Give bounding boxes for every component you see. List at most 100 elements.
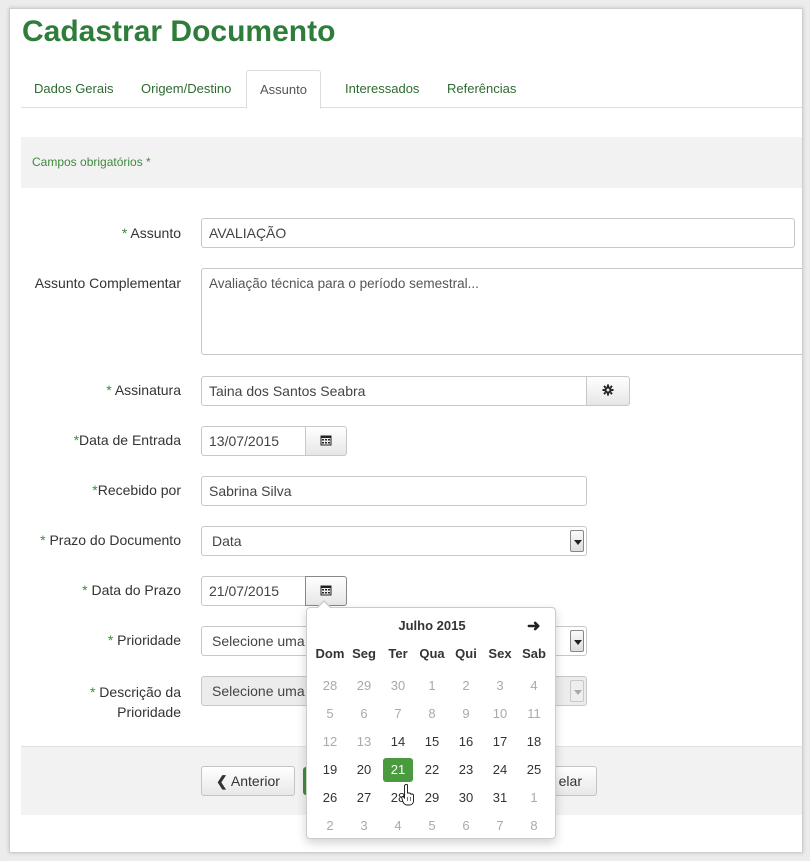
- datepicker-grid: Dom Seg Ter Qua Qui Sex Sab 28 29 30 1 2 3 4 5 6 7 8 9 10 11…: [313, 644, 551, 840]
- anterior-label: Anterior: [230, 773, 280, 789]
- weekday-header: Sab: [522, 646, 546, 661]
- datepicker-day[interactable]: 29: [349, 674, 379, 698]
- datepicker-day[interactable]: 30: [383, 674, 413, 698]
- weekday-header: Sex: [488, 646, 512, 661]
- chevron-down-icon: [570, 630, 584, 652]
- datepicker-day[interactable]: 14: [383, 730, 413, 754]
- datepicker-day[interactable]: 17: [485, 730, 515, 754]
- required-marker: *: [121, 225, 128, 241]
- data-entrada-label-text: Data de Entrada: [79, 432, 181, 448]
- anterior-button[interactable]: ❮ Anterior: [201, 766, 295, 796]
- datepicker-day[interactable]: 6: [451, 814, 481, 838]
- prioridade-label: * Prioridade: [108, 632, 181, 648]
- tab-assunto[interactable]: Assunto: [246, 70, 321, 109]
- datepicker-month-label: Julho 2015: [398, 618, 466, 633]
- weekday-header: Qui: [455, 646, 477, 661]
- prazo-documento-value: Data: [212, 533, 242, 549]
- recebido-por-label: *Recebido por: [92, 482, 181, 498]
- datepicker-popup: Julho 2015 ➜ Dom Seg Ter Qua Qui Sex Sab 28 29 30…: [306, 600, 556, 840]
- assunto-complementar-textarea[interactable]: Avaliação técnica para o período semestr…: [201, 268, 802, 355]
- datepicker-day[interactable]: 25: [519, 758, 549, 782]
- datepicker-day[interactable]: 4: [519, 674, 549, 698]
- datepicker-day[interactable]: 8: [417, 702, 447, 726]
- recebido-por-input[interactable]: Sabrina Silva: [201, 476, 587, 506]
- chevron-down-icon: [570, 680, 584, 702]
- datepicker-day[interactable]: 11: [519, 702, 549, 726]
- recebido-por-label-text: Recebido por: [97, 482, 181, 498]
- datepicker-day[interactable]: 26: [315, 786, 345, 810]
- data-entrada-calendar-button[interactable]: [305, 426, 347, 456]
- datepicker-day[interactable]: 3: [349, 814, 379, 838]
- datepicker-day[interactable]: 2: [315, 814, 345, 838]
- datepicker-day[interactable]: 27: [349, 786, 379, 810]
- tab-interessados[interactable]: Interessados: [332, 70, 432, 108]
- datepicker-day[interactable]: 15: [417, 730, 447, 754]
- prazo-documento-select[interactable]: Data: [201, 526, 587, 556]
- datepicker-day[interactable]: 28: [315, 674, 345, 698]
- datepicker-day[interactable]: 8: [519, 814, 549, 838]
- assunto-label: * Assunto: [122, 225, 181, 241]
- datepicker-day[interactable]: 29: [417, 786, 447, 810]
- datepicker-day[interactable]: 3: [485, 674, 515, 698]
- datepicker-day[interactable]: 22: [417, 758, 447, 782]
- data-prazo-input[interactable]: 21/07/2015: [201, 576, 306, 606]
- calendar-icon: [320, 583, 332, 599]
- datepicker-day[interactable]: 18: [519, 730, 549, 754]
- datepicker-day[interactable]: 30: [451, 786, 481, 810]
- arrow-right-icon[interactable]: ➜: [527, 616, 540, 636]
- datepicker-day[interactable]: 6: [349, 702, 379, 726]
- datepicker-day[interactable]: 10: [485, 702, 515, 726]
- datepicker-day[interactable]: 9: [451, 702, 481, 726]
- data-entrada-label: *Data de Entrada: [74, 432, 181, 448]
- datepicker-day[interactable]: 24: [485, 758, 515, 782]
- assunto-complementar-label: Assunto Complementar: [34, 275, 181, 291]
- assinatura-settings-button[interactable]: [586, 376, 630, 406]
- required-marker: *: [82, 582, 88, 598]
- required-marker: *: [107, 632, 114, 648]
- datepicker-day[interactable]: 16: [451, 730, 481, 754]
- required-fields-note: Campos obrigatórios *: [21, 137, 802, 188]
- datepicker-day[interactable]: 4: [383, 814, 413, 838]
- datepicker-day[interactable]: 1: [417, 674, 447, 698]
- prazo-documento-label: * Prazo do Documento: [40, 532, 181, 548]
- assinatura-label: * Assinatura: [106, 382, 181, 398]
- datepicker-day[interactable]: 20: [349, 758, 379, 782]
- tab-origem-destino[interactable]: Origem/Destino: [128, 70, 244, 108]
- calendar-icon: [320, 433, 332, 449]
- datepicker-day[interactable]: 12: [315, 730, 345, 754]
- assunto-input[interactable]: AVALIAÇÃO: [201, 218, 795, 248]
- datepicker-day[interactable]: 7: [383, 702, 413, 726]
- assinatura-input[interactable]: Taina dos Santos Seabra: [201, 376, 587, 406]
- prioridade-value: Selecione uma: [212, 633, 305, 649]
- page-frame: Cadastrar Documento Dados Gerais Origem/…: [9, 8, 803, 853]
- required-marker: *: [89, 684, 96, 700]
- datepicker-day[interactable]: 1: [519, 786, 549, 810]
- datepicker-day[interactable]: 23: [451, 758, 481, 782]
- datepicker-day[interactable]: 5: [417, 814, 447, 838]
- assinatura-label-text: Assinatura: [114, 382, 181, 398]
- required-marker: *: [40, 532, 46, 548]
- descricao-prioridade-label: * Descrição da Prioridade: [90, 682, 181, 722]
- chevron-down-icon: [570, 530, 584, 552]
- datepicker-day[interactable]: 31: [485, 786, 515, 810]
- tab-referencias[interactable]: Referências: [434, 70, 529, 108]
- datepicker-day-selected[interactable]: 21: [383, 758, 413, 782]
- data-entrada-input[interactable]: 13/07/2015: [201, 426, 306, 456]
- weekday-header: Seg: [352, 646, 376, 661]
- gear-icon: [602, 383, 614, 399]
- descricao-prioridade-value: Selecione uma: [212, 683, 305, 699]
- page-title: Cadastrar Documento: [22, 15, 336, 48]
- descricao-prioridade-label-line2: Prioridade: [117, 704, 181, 720]
- datepicker-day[interactable]: 13: [349, 730, 379, 754]
- tab-dados-gerais[interactable]: Dados Gerais: [21, 70, 126, 108]
- datepicker-day[interactable]: 7: [485, 814, 515, 838]
- arrow-left-icon: ❮: [216, 773, 228, 789]
- data-prazo-label: * Data do Prazo: [82, 582, 181, 598]
- datepicker-day[interactable]: 5: [315, 702, 345, 726]
- required-marker: *: [106, 382, 112, 398]
- prioridade-label-text: Prioridade: [117, 632, 181, 648]
- datepicker-day[interactable]: 2: [451, 674, 481, 698]
- datepicker-day[interactable]: 19: [315, 758, 345, 782]
- cancelar-label: elar: [558, 773, 582, 789]
- prazo-documento-label-text: Prazo do Documento: [49, 532, 181, 548]
